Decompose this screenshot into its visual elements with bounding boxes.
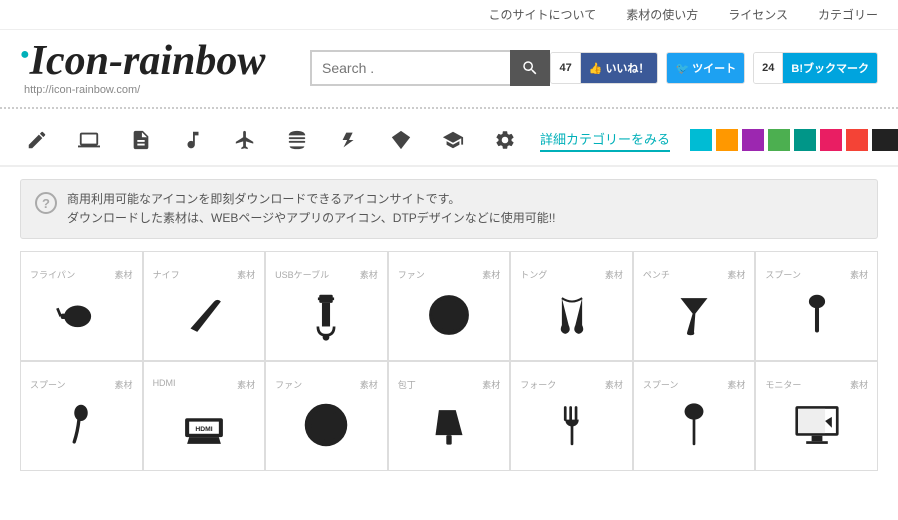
icon-grid: フライパン素材 ナイフ素材 USBケーブル素材 ファン素材 トング素材 ペンチ素… — [20, 251, 878, 471]
cleaver-icon — [417, 393, 481, 457]
icon-cell-monitor[interactable]: モニター素材 — [755, 361, 878, 471]
twitter-icon: 🐦 — [675, 62, 689, 75]
usb-icon — [294, 283, 358, 347]
category-more-link[interactable]: 詳細カテゴリーをみる — [540, 129, 670, 152]
logo-url: http://icon-rainbow.com/ — [24, 84, 300, 96]
fan2-icon — [294, 393, 358, 457]
category-music[interactable] — [176, 123, 210, 157]
spoon2-icon — [785, 283, 849, 347]
info-box: ? 商用利用可能なアイコンを即刻ダウンロードできるアイコンサイトです。 ダウンロ… — [20, 179, 878, 239]
bm-count: 24 — [754, 53, 783, 83]
logo-icon-dot: ● — [20, 46, 30, 63]
thumbs-up-icon: 👍 — [589, 62, 603, 75]
info-icon: ? — [35, 192, 57, 214]
icon-cell-frypan[interactable]: フライパン素材 — [20, 251, 143, 361]
category-settings[interactable] — [488, 123, 522, 157]
category-education[interactable] — [436, 123, 470, 157]
icon-cell-fan2[interactable]: ファン素材 — [265, 361, 388, 471]
tongs-icon — [540, 283, 604, 347]
spoon-icon — [49, 393, 113, 457]
color-swatch-green[interactable] — [768, 129, 790, 151]
icon-cell-cleaver[interactable]: 包丁素材 — [388, 361, 511, 471]
hdmi-icon: HDMI — [172, 393, 236, 457]
top-navigation: このサイトについて 素材の使い方 ライセンス カテゴリー — [0, 0, 898, 30]
icon-cell-pliers[interactable]: ペンチ素材 — [633, 251, 756, 361]
info-line2: ダウンロードした素材は、WEBページやアプリのアイコン、DTPデザインなどに使用… — [67, 209, 555, 228]
color-palette — [690, 129, 898, 151]
icon-cell-usb[interactable]: USBケーブル素材 — [265, 251, 388, 361]
color-swatch-purple[interactable] — [742, 129, 764, 151]
svg-text:HDMI: HDMI — [195, 426, 212, 433]
facebook-button[interactable]: 47 👍 いいね！ — [550, 52, 658, 84]
knife-icon — [172, 283, 236, 347]
icon-cell-hdmi[interactable]: HDMI素材 HDMI — [143, 361, 266, 471]
search-button[interactable] — [510, 50, 550, 86]
category-bar: 詳細カテゴリーをみる — [0, 115, 898, 167]
info-text: 商用利用可能なアイコンを即刻ダウンロードできるアイコンサイトです。 ダウンロード… — [67, 190, 555, 228]
color-swatch-black[interactable] — [872, 129, 898, 151]
pliers-icon — [662, 283, 726, 347]
nav-howto[interactable]: 素材の使い方 — [626, 6, 698, 23]
social-area: 47 👍 いいね！ 🐦 ツイート 24 B!ブックマーク — [550, 52, 878, 84]
category-pencil[interactable] — [20, 123, 54, 157]
category-food[interactable] — [280, 123, 314, 157]
spoon3-icon — [662, 393, 726, 457]
category-nature[interactable] — [332, 123, 366, 157]
category-icons: 詳細カテゴリーをみる — [20, 123, 670, 157]
category-airplane[interactable] — [228, 123, 262, 157]
color-swatch-teal[interactable] — [690, 129, 712, 151]
header: ●Icon-rainbow http://icon-rainbow.com/ 4… — [0, 30, 898, 101]
bottom-area — [0, 471, 898, 481]
category-gem[interactable] — [384, 123, 418, 157]
icon-cell-spoon2[interactable]: スプーン素材 — [755, 251, 878, 361]
icon-cell-spoon[interactable]: スプーン素材 — [20, 361, 143, 471]
fb-label: 👍 いいね！ — [581, 53, 658, 83]
tw-label: 🐦 ツイート — [667, 53, 744, 83]
twitter-button[interactable]: 🐦 ツイート — [666, 52, 745, 84]
nav-license[interactable]: ライセンス — [728, 6, 788, 23]
bookmark-button[interactable]: 24 B!ブックマーク — [753, 52, 878, 84]
icon-cell-knife[interactable]: ナイフ素材 — [143, 251, 266, 361]
bm-label: B!ブックマーク — [783, 53, 877, 83]
nav-about[interactable]: このサイトについて — [489, 6, 597, 23]
category-document[interactable] — [124, 123, 158, 157]
frypan-icon — [49, 283, 113, 347]
fan-icon — [417, 283, 481, 347]
fork-icon — [540, 393, 604, 457]
color-swatch-pink[interactable] — [820, 129, 842, 151]
fb-count: 47 — [551, 53, 580, 83]
dotted-divider — [0, 107, 898, 109]
search-input[interactable] — [310, 50, 510, 86]
logo-text: ●Icon-rainbow — [20, 40, 300, 82]
info-line1: 商用利用可能なアイコンを即刻ダウンロードできるアイコンサイトです。 — [67, 190, 555, 209]
color-swatch-teal2[interactable] — [794, 129, 816, 151]
nav-category[interactable]: カテゴリー — [818, 6, 878, 23]
monitor-icon — [785, 393, 849, 457]
category-laptop[interactable] — [72, 123, 106, 157]
logo-area: ●Icon-rainbow http://icon-rainbow.com/ — [20, 40, 300, 96]
icon-cell-fork[interactable]: フォーク素材 — [510, 361, 633, 471]
icon-cell-fan[interactable]: ファン素材 — [388, 251, 511, 361]
color-swatch-red[interactable] — [846, 129, 868, 151]
search-icon — [521, 59, 539, 77]
icon-cell-spoon3[interactable]: スプーン素材 — [633, 361, 756, 471]
color-swatch-orange[interactable] — [716, 129, 738, 151]
icon-cell-tongs[interactable]: トング素材 — [510, 251, 633, 361]
search-area — [310, 50, 550, 86]
